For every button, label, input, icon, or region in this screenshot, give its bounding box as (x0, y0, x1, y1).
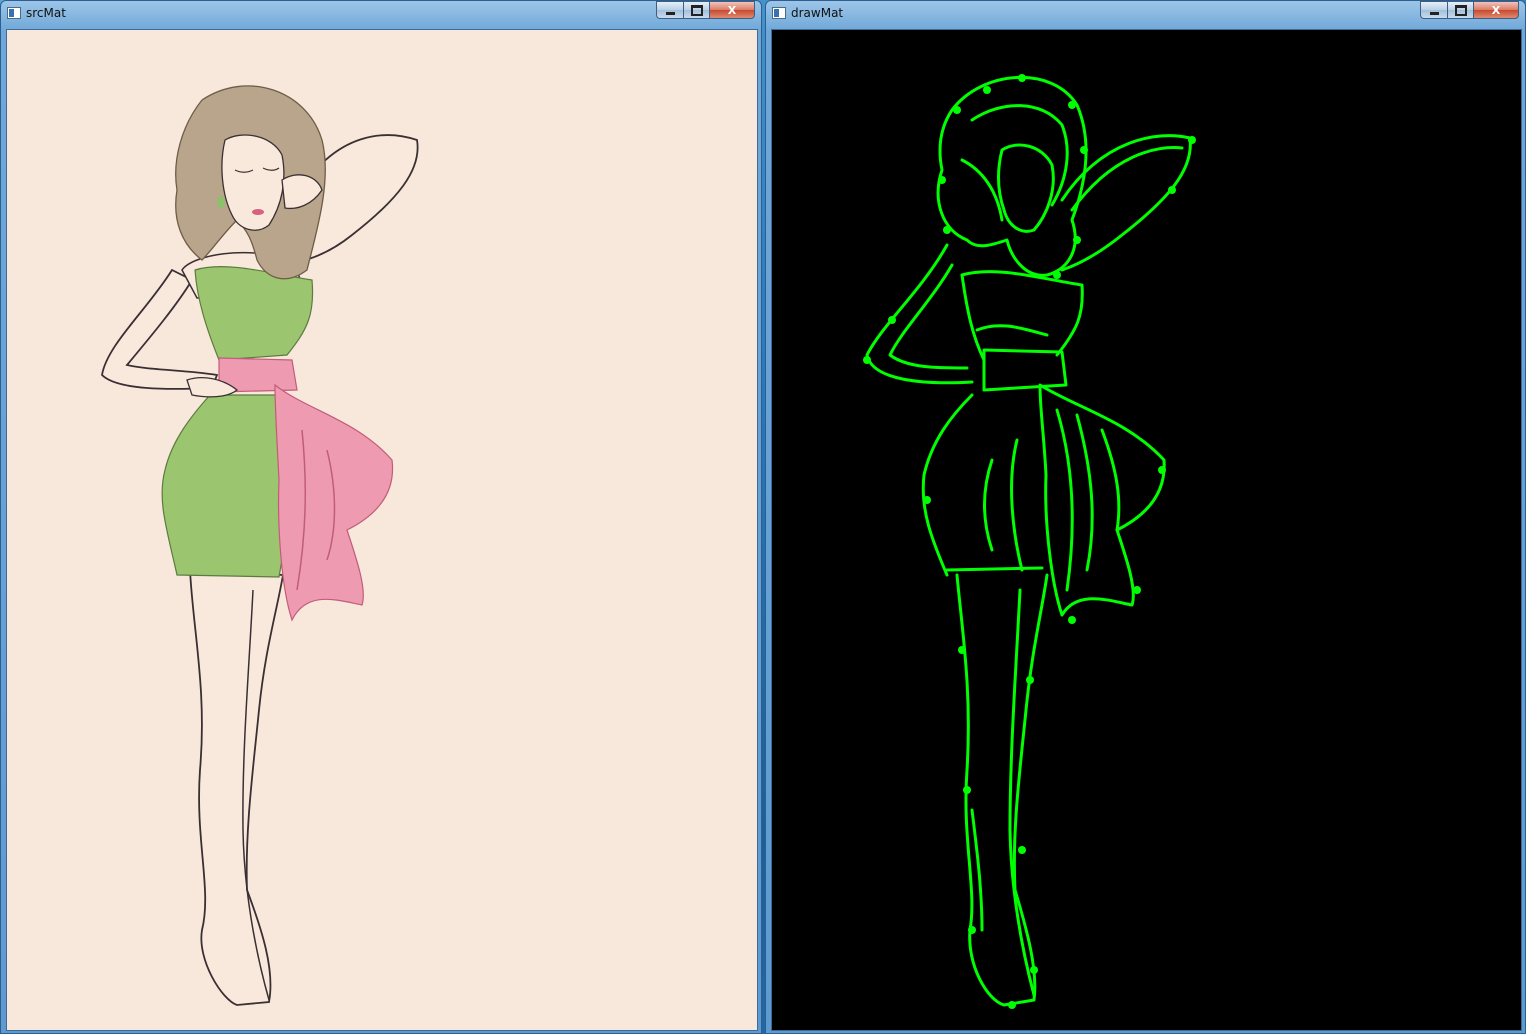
window-title: srcMat (26, 6, 66, 20)
window-app-icon (7, 7, 21, 19)
drawmat-window[interactable]: drawMat X (765, 0, 1526, 1034)
srcmat-image-area (6, 29, 758, 1031)
drawmat-titlebar[interactable]: drawMat X (766, 1, 1525, 28)
fashion-illustration-image (101, 85, 419, 1006)
maximize-button[interactable] (1447, 1, 1473, 19)
srcmat-titlebar[interactable]: srcMat X (1, 1, 761, 28)
window-app-icon (772, 7, 786, 19)
close-button[interactable]: X (1473, 1, 1519, 19)
minimize-button[interactable] (1420, 1, 1447, 19)
maximize-icon (1454, 4, 1467, 16)
close-icon: X (727, 3, 737, 17)
close-button[interactable]: X (709, 1, 755, 19)
maximize-icon (690, 4, 703, 16)
minimize-icon (665, 11, 675, 15)
minimize-icon (1429, 11, 1439, 15)
window-title: drawMat (791, 6, 844, 20)
contour-drawing-image (863, 74, 1196, 1009)
minimize-button[interactable] (656, 1, 683, 19)
maximize-button[interactable] (683, 1, 709, 19)
drawmat-image-area (771, 29, 1522, 1031)
close-icon: X (1491, 3, 1501, 17)
srcmat-window[interactable]: srcMat X (0, 0, 762, 1034)
